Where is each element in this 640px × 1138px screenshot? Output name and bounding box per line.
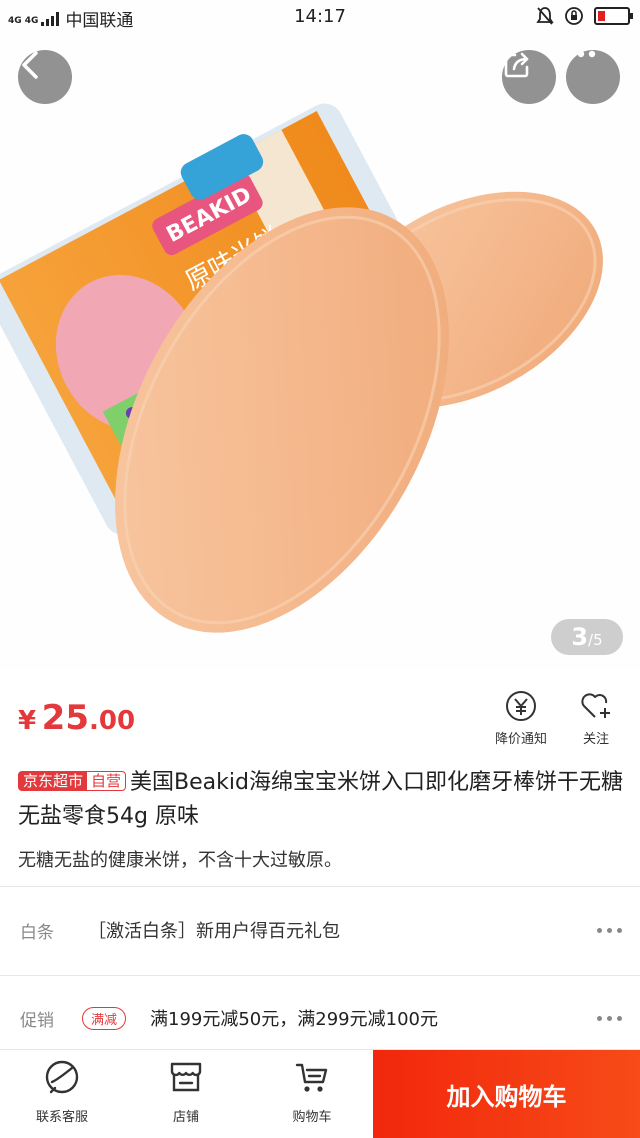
heart-plus-icon [581,693,610,718]
bottom-action-bar: 联系客服 店铺 购物车 加入购物车 [0,1049,640,1138]
promotion-text: 满199元减50元，满299元减100元 [150,1009,438,1030]
baitiao-text: ［激活白条］新用户得百元礼包 [88,921,340,942]
share-button[interactable] [502,50,556,104]
product-image-gallery[interactable]: BEAKID 原味米饼 3 [0,0,640,670]
divider [0,886,640,887]
more-dots-icon [566,50,596,58]
more-dots-icon [597,927,622,933]
shopping-cart-icon [295,1063,328,1092]
promotion-label: 促销 [20,1010,54,1031]
more-button[interactable] [566,50,620,104]
baitiao-row[interactable]: 白条 ［激活白条］新用户得百元礼包 [0,900,640,960]
back-button[interactable] [18,50,72,104]
promotion-row[interactable]: 促销 满减 满199元减50元，满299元减100元 [0,988,640,1048]
price-alert-button[interactable]: 降价通知 [486,690,556,747]
add-to-cart-button[interactable]: 加入购物车 [373,1050,640,1138]
customer-service-button[interactable]: 联系客服 [12,1058,112,1125]
price-decimal: .00 [89,706,136,736]
more-dots-icon [597,1015,622,1021]
jd-supermarket-tag: 京东超市 [18,771,87,791]
yen-circle-icon [506,691,536,721]
follow-label: 关注 [582,732,609,747]
product-title: 京东超市 自营 美国Beakid海绵宝宝米饼入口即化磨牙棒饼干无糖无盐零食54g 原… [18,766,630,834]
price-integer: 25 [41,698,89,738]
customer-service-icon [45,1060,79,1094]
product-price: ¥ 25.00 [18,698,135,738]
chevron-left-icon [22,51,38,79]
price-currency: ¥ [18,706,37,736]
battery-icon [594,7,633,25]
lock-rotation-icon [565,7,583,25]
customer-service-label: 联系客服 [35,1110,88,1125]
image-counter: 3 /5 [551,619,623,655]
shop-label: 店铺 [172,1110,199,1125]
price-row: ¥ 25.00 降价通知 关注 [0,672,640,760]
mute-bell-icon [536,7,554,25]
price-alert-label: 降价通知 [494,732,547,747]
share-icon [504,52,529,78]
product-photo: BEAKID 原味米饼 [0,0,640,670]
baitiao-label: 白条 [20,922,54,943]
image-counter-current: 3 [571,623,589,651]
status-right [536,6,633,26]
product-subtitle: 无糖无盐的健康米饼，不含十大过敏原。 [18,850,342,871]
follow-button[interactable]: 关注 [570,690,622,747]
shop-button[interactable]: 店铺 [136,1058,236,1125]
cart-label: 购物车 [292,1110,332,1125]
promotion-badge: 满减 [82,1006,127,1030]
status-bar: 4G 4G 中国联通 14:17 [0,0,640,34]
self-operated-tag: 自营 [86,771,127,791]
image-counter-total: /5 [588,631,603,649]
cart-button[interactable]: 购物车 [262,1058,362,1125]
divider [0,975,640,976]
store-icon [170,1062,202,1092]
